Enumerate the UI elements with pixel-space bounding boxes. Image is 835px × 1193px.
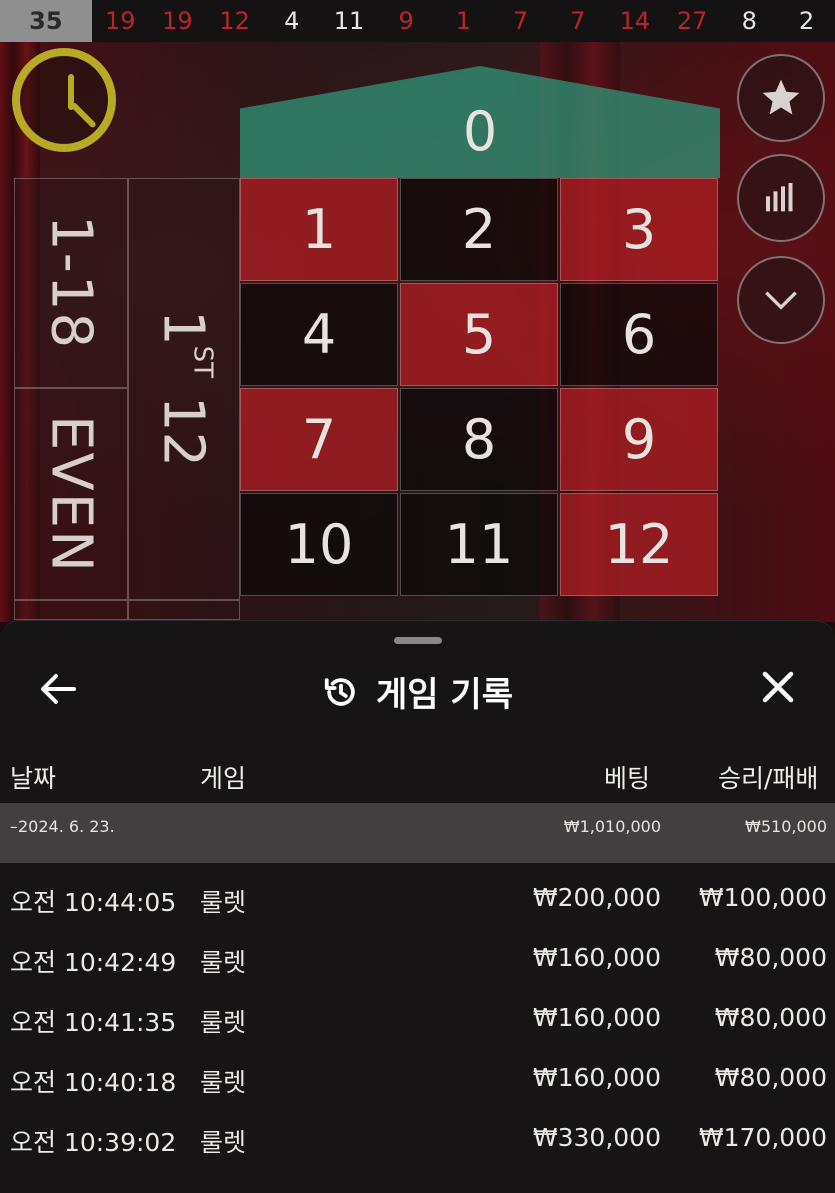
result-item: 19 xyxy=(104,7,136,35)
collapse-button[interactable] xyxy=(737,256,825,344)
row-game: 룰렛 xyxy=(200,948,247,977)
row-bet: ₩160,000 xyxy=(532,1003,661,1032)
zero-label: 0 xyxy=(462,99,498,163)
row-game: 룰렛 xyxy=(200,1068,247,1097)
row-time: 오전 10:44:05 xyxy=(10,888,177,917)
result-item: 8 xyxy=(741,7,757,35)
bet-spot-number[interactable]: 10 xyxy=(240,493,398,596)
favourites-button[interactable] xyxy=(737,54,825,142)
even-label: EVEN xyxy=(38,414,104,574)
result-item: 12 xyxy=(219,7,250,35)
sheet-title-text: 게임 기록 xyxy=(376,675,513,715)
row-winloss: ₩170,000 xyxy=(698,1123,827,1152)
bet-spot-number[interactable]: 5 xyxy=(400,283,558,386)
group-date: –2024. 6. 23. xyxy=(10,817,115,836)
stats-icon xyxy=(766,183,793,212)
result-item: 19 xyxy=(162,7,193,35)
statistics-button[interactable] xyxy=(737,154,825,242)
row-time: 오전 10:41:35 xyxy=(10,1008,177,1037)
current-result: 35 xyxy=(0,0,92,42)
row-winloss: ₩80,000 xyxy=(714,1003,827,1032)
row-game: 룰렛 xyxy=(200,888,247,917)
result-item: 7 xyxy=(512,7,529,35)
row-bet: ₩160,000 xyxy=(532,1063,661,1092)
bet-spot-even[interactable]: EVEN xyxy=(14,388,128,600)
result-item: 1 xyxy=(455,7,472,35)
row-winloss: ₩80,000 xyxy=(714,1063,827,1092)
bet-spot-number[interactable]: 7 xyxy=(240,388,398,491)
bet-spot-number[interactable]: 9 xyxy=(560,388,718,491)
column-date: 날짜 xyxy=(10,764,57,793)
close-button[interactable] xyxy=(758,667,798,707)
bet-spot-number[interactable]: 4 xyxy=(240,283,398,386)
history-row[interactable]: 오전 10:44:05 룰렛 ₩200,000 ₩100,000 xyxy=(0,869,835,929)
history-row[interactable]: 오전 10:40:18 룰렛 ₩160,000 ₩80,000 xyxy=(0,1049,835,1109)
result-item: 14 xyxy=(619,7,651,35)
bet-spot-partial[interactable] xyxy=(128,600,240,620)
bet-spot-first-dozen[interactable]: 1ST 12 xyxy=(128,178,240,600)
bet-spot-partial[interactable] xyxy=(14,600,128,620)
row-time: 오전 10:40:18 xyxy=(10,1068,177,1097)
game-history-sheet: 게임 기록 날짜 게임 베팅 승리/패배 –2024. 6. 23. ₩1,01… xyxy=(0,620,835,1193)
low-label: 1-18 xyxy=(38,215,104,351)
result-item: 9 xyxy=(398,7,414,35)
recent-results-bar: 35 19 19 12 4 11 9 1 7 7 14 27 8 2 xyxy=(0,0,835,43)
first-dozen-label: 1ST 12 xyxy=(150,310,218,468)
date-group-row[interactable]: –2024. 6. 23. ₩1,010,000 ₩510,000 xyxy=(0,803,835,863)
close-icon xyxy=(762,671,794,703)
bet-spot-number[interactable]: 2 xyxy=(400,178,558,281)
result-item: 11 xyxy=(333,7,365,35)
column-bet: 베팅 xyxy=(604,764,651,793)
row-bet: ₩200,000 xyxy=(532,883,661,912)
bet-spot-low[interactable]: 1-18 xyxy=(14,178,128,388)
bet-spot-number[interactable]: 11 xyxy=(400,493,558,596)
row-winloss: ₩80,000 xyxy=(714,943,827,972)
star-icon xyxy=(762,79,800,115)
bet-spot-number[interactable]: 6 xyxy=(560,283,718,386)
row-time: 오전 10:42:49 xyxy=(10,948,177,977)
history-row[interactable]: 오전 10:42:49 룰렛 ₩160,000 ₩80,000 xyxy=(0,929,835,989)
row-game: 룰렛 xyxy=(200,1128,247,1157)
column-game: 게임 xyxy=(200,764,247,793)
row-game: 룰렛 xyxy=(200,1008,247,1037)
group-winloss-total: ₩510,000 xyxy=(745,817,827,836)
row-winloss: ₩100,000 xyxy=(698,883,827,912)
bet-spot-number[interactable]: 12 xyxy=(560,493,718,596)
sheet-title: 게임 기록 xyxy=(0,667,835,720)
column-winloss: 승리/패배 xyxy=(718,764,819,793)
result-item: 4 xyxy=(284,7,300,35)
history-row[interactable]: 오전 10:39:02 룰렛 ₩330,000 ₩170,000 xyxy=(0,1109,835,1169)
result-item: 2 xyxy=(798,7,815,35)
bet-spot-number[interactable]: 1 xyxy=(240,178,398,281)
row-time: 오전 10:39:02 xyxy=(10,1128,177,1157)
result-item: 27 xyxy=(676,7,708,35)
history-row[interactable]: 오전 10:41:35 룰렛 ₩160,000 ₩80,000 xyxy=(0,989,835,1049)
bet-spot-number[interactable]: 3 xyxy=(560,178,718,281)
clock-icon xyxy=(12,48,116,152)
sheet-header: 게임 기록 xyxy=(0,657,835,719)
result-item: 7 xyxy=(570,7,586,35)
sheet-drag-handle[interactable] xyxy=(394,637,442,644)
row-bet: ₩330,000 xyxy=(532,1123,661,1152)
history-column-headers: 날짜 게임 베팅 승리/패배 xyxy=(0,749,835,799)
row-bet: ₩160,000 xyxy=(532,943,661,972)
group-bet-total: ₩1,010,000 xyxy=(563,817,661,836)
chevron-down-icon xyxy=(765,291,797,310)
history-icon xyxy=(324,677,355,706)
bet-spot-number[interactable]: 8 xyxy=(400,388,558,491)
